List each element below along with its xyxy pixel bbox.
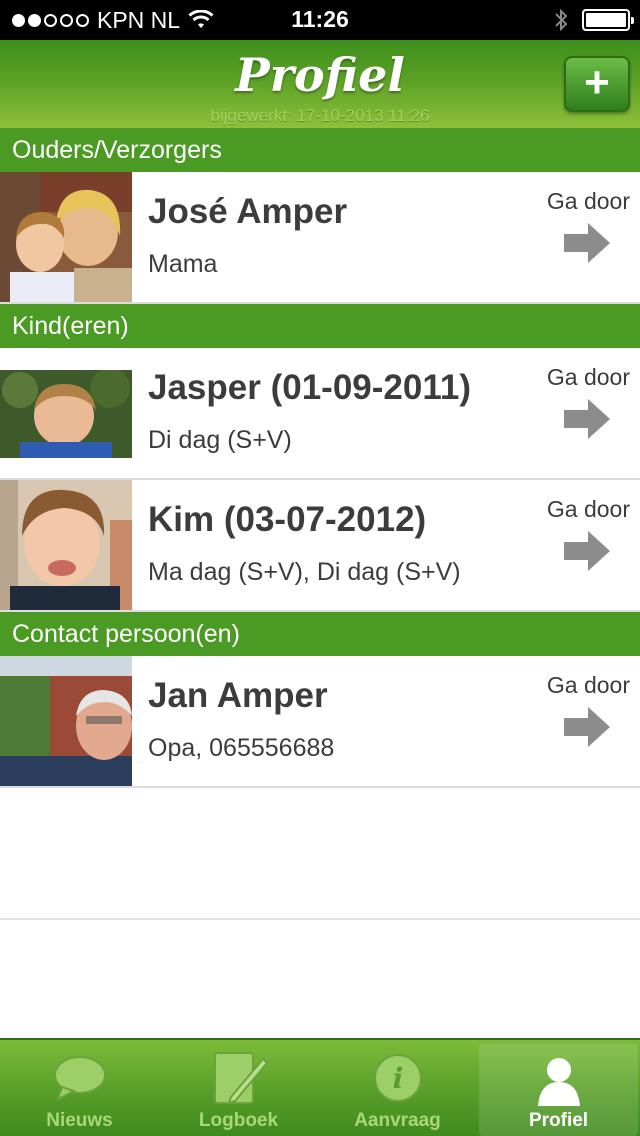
person-name: Jan Amper [148, 676, 328, 715]
tab-label: Nieuws [46, 1110, 113, 1131]
go-label: Ga door [546, 188, 630, 214]
tab-label: Logboek [198, 1110, 279, 1131]
person-row-jasper[interactable]: Jasper (01-09-2011) Di dag (S+V) Ga door [0, 348, 640, 480]
add-button[interactable]: + [564, 56, 630, 112]
go-forward-link[interactable]: Ga door [530, 672, 630, 754]
arrow-right-icon [564, 399, 610, 439]
person-icon [537, 1058, 580, 1106]
app-header: Profiel bijgewerkt: 17-10-2013 11:26 + [0, 40, 640, 128]
person-detail: Di dag (S+V) [148, 426, 292, 454]
tab-nieuws[interactable]: Nieuws [0, 1040, 159, 1136]
section-header-parents: Ouders/Verzorgers [0, 128, 640, 172]
go-forward-link[interactable]: Ga door [530, 364, 630, 446]
tab-label: Aanvraag [354, 1110, 441, 1131]
last-updated-text: bijgewerkt: 17-10-2013 11:26 [210, 106, 430, 125]
person-name: Kim (03-07-2012) [148, 500, 427, 539]
go-label: Ga door [546, 364, 630, 390]
svg-text:i: i [392, 1062, 403, 1095]
speech-bubble-icon [53, 1056, 106, 1101]
tab-bar: Nieuws Logboek i Aanvraag Profiel [0, 1038, 640, 1136]
person-name: José Amper [148, 192, 348, 231]
notepad-pencil-icon [213, 1052, 268, 1105]
person-photo [0, 370, 132, 458]
info-icon: i [373, 1054, 422, 1102]
arrow-right-icon [564, 223, 610, 263]
status-bar: KPN NL 11:26 [0, 0, 640, 40]
person-name: Jasper (01-09-2011) [148, 368, 471, 407]
person-detail: Ma dag (S+V), Di dag (S+V) [148, 558, 461, 586]
section-header-children: Kind(eren) [0, 304, 640, 348]
tab-profiel[interactable]: Profiel [479, 1044, 638, 1136]
person-photo [0, 656, 132, 786]
page-title: Profiel [235, 48, 405, 102]
section-header-contacts: Contact persoon(en) [0, 612, 640, 656]
person-detail: Mama [148, 250, 218, 278]
go-forward-link[interactable]: Ga door [530, 188, 630, 270]
list-divider [0, 918, 640, 920]
person-photo [0, 172, 132, 302]
go-forward-link[interactable]: Ga door [530, 496, 630, 578]
person-photo [0, 480, 132, 610]
person-detail: Opa, 065556688 [148, 734, 335, 762]
arrow-right-icon [564, 531, 610, 571]
tab-label: Profiel [528, 1110, 589, 1131]
person-row-jose[interactable]: José Amper Mama Ga door [0, 172, 640, 304]
person-row-jan[interactable]: Jan Amper Opa, 065556688 Ga door [0, 656, 640, 788]
clock: 11:26 [291, 6, 349, 32]
bluetooth-icon [555, 8, 568, 32]
go-label: Ga door [546, 496, 630, 522]
person-row-kim[interactable]: Kim (03-07-2012) Ma dag (S+V), Di dag (S… [0, 480, 640, 612]
tab-logboek[interactable]: Logboek [159, 1040, 318, 1136]
battery-icon [582, 9, 634, 31]
go-label: Ga door [546, 672, 630, 698]
tab-aanvraag[interactable]: i Aanvraag [318, 1040, 477, 1136]
arrow-right-icon [564, 707, 610, 747]
